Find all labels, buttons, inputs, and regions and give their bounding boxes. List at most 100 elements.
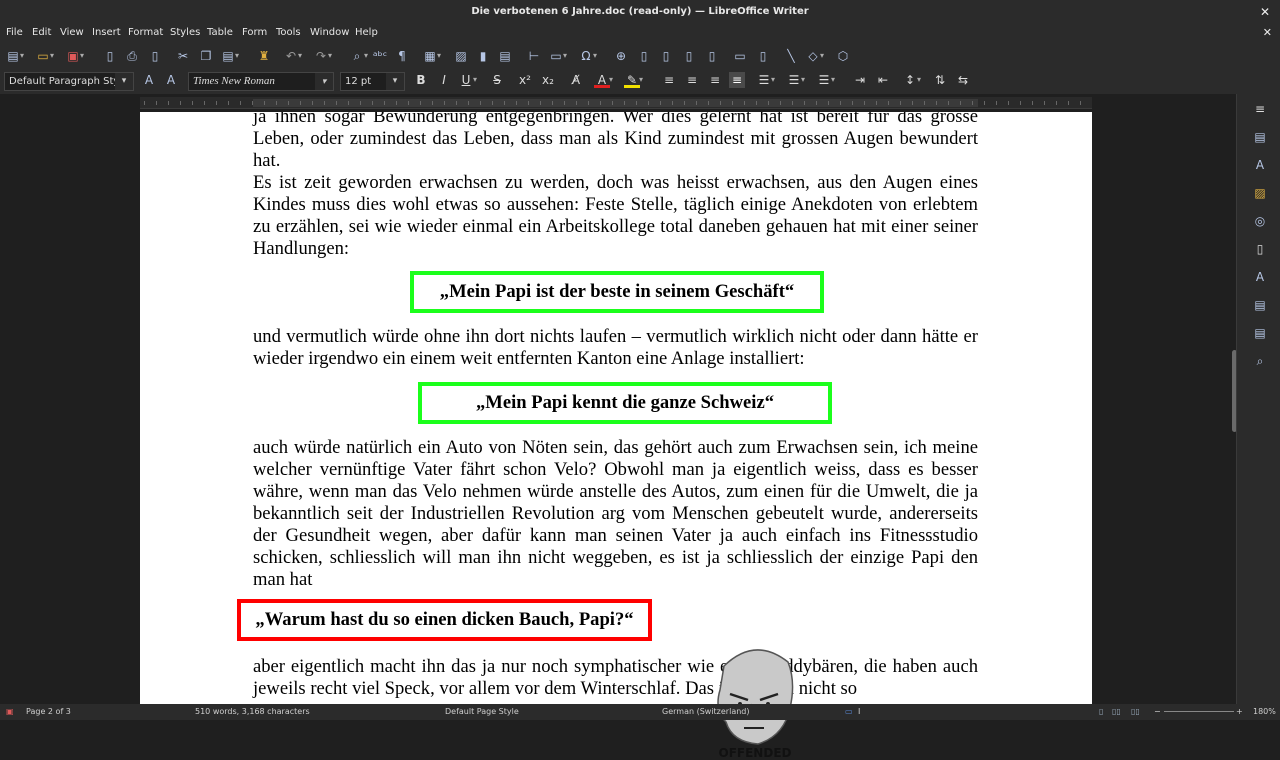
justify-icon[interactable]: ≡ bbox=[729, 72, 745, 88]
insert-chart-icon[interactable]: ▮ bbox=[475, 48, 491, 64]
line-icon[interactable]: ╲ bbox=[783, 48, 799, 64]
increase-indent-icon[interactable]: ⇥ bbox=[852, 72, 868, 88]
align-left-icon[interactable]: ≡ bbox=[661, 72, 677, 88]
selection-mode-icon[interactable]: ▭ bbox=[845, 704, 853, 720]
zoom-out-icon[interactable]: − bbox=[1154, 704, 1161, 720]
menu-table[interactable]: Table bbox=[207, 27, 233, 38]
update-style-icon[interactable]: A bbox=[141, 72, 157, 88]
sidebar-menu-icon[interactable]: ≡ bbox=[1253, 102, 1267, 116]
align-right-icon[interactable]: ≡ bbox=[707, 72, 723, 88]
menu-file[interactable]: File bbox=[6, 27, 23, 38]
menu-styles[interactable]: Styles bbox=[170, 27, 200, 38]
save-icon[interactable]: ▣ bbox=[65, 48, 84, 64]
export-pdf-icon[interactable]: ▯ bbox=[102, 48, 118, 64]
page-style[interactable]: Default Page Style bbox=[445, 704, 519, 720]
font-color-icon[interactable]: A bbox=[594, 72, 613, 88]
draw-functions-icon[interactable]: ⬡ bbox=[835, 48, 851, 64]
page-break-icon[interactable]: ⊢ bbox=[526, 48, 542, 64]
formatting-marks-icon[interactable]: ¶ bbox=[394, 48, 410, 64]
endnote-icon[interactable]: ▯ bbox=[658, 48, 674, 64]
new-document-icon[interactable]: ▤ bbox=[5, 48, 24, 64]
numbered-list-icon[interactable]: ☰ bbox=[786, 72, 805, 88]
menu-form[interactable]: Form bbox=[242, 27, 267, 38]
menu-insert[interactable]: Insert bbox=[92, 27, 121, 38]
window-close-button[interactable]: ✕ bbox=[1260, 0, 1270, 24]
text-language[interactable]: German (Switzerland) bbox=[662, 704, 749, 720]
single-page-view-icon[interactable]: ▯ bbox=[1099, 704, 1103, 720]
ruler-tick bbox=[1008, 101, 1009, 105]
find-icon[interactable]: ⌕ bbox=[1253, 354, 1267, 368]
superscript-icon[interactable]: x² bbox=[517, 72, 533, 88]
manage-changes-icon[interactable]: ▤ bbox=[1253, 298, 1267, 312]
highlight-color-icon[interactable]: ✎ bbox=[624, 72, 643, 88]
outline-list-icon[interactable]: ☰ bbox=[816, 72, 835, 88]
italic-icon[interactable]: I bbox=[436, 72, 452, 88]
paragraph-style-combo[interactable]: Default Paragraph Style ▾ bbox=[4, 72, 134, 91]
document-page[interactable]: ja ihnen sogar Bewunderung entgegenbring… bbox=[140, 112, 1092, 704]
new-style-icon[interactable]: A bbox=[163, 72, 179, 88]
insert-image-icon[interactable]: ▨ bbox=[453, 48, 469, 64]
undo-icon[interactable]: ↶ bbox=[283, 48, 302, 64]
open-folder-icon[interactable]: ▭ bbox=[35, 48, 54, 64]
page-indicator[interactable]: Page 2 of 3 bbox=[26, 704, 71, 720]
ruler-tick bbox=[432, 101, 433, 105]
underline-icon[interactable]: U bbox=[458, 72, 477, 88]
insert-textbox-icon[interactable]: ▤ bbox=[497, 48, 513, 64]
menu-window[interactable]: Window bbox=[310, 27, 349, 38]
special-character-icon[interactable]: Ω bbox=[578, 48, 597, 64]
find-replace-icon[interactable]: ⌕ bbox=[349, 48, 368, 64]
clone-formatting-icon[interactable]: ♜ bbox=[256, 48, 272, 64]
decrease-indent-icon[interactable]: ⇤ bbox=[875, 72, 891, 88]
menu-view[interactable]: View bbox=[60, 27, 84, 38]
horizontal-ruler[interactable] bbox=[140, 97, 1092, 109]
paragraph-dialog-icon[interactable]: ⇆ bbox=[955, 72, 971, 88]
menu-tools[interactable]: Tools bbox=[276, 27, 301, 38]
gallery-icon[interactable]: ▨ bbox=[1253, 186, 1267, 200]
style-inspector-icon[interactable]: A bbox=[1253, 270, 1267, 284]
print-icon[interactable]: ⎙ bbox=[124, 48, 140, 64]
offended-npc-image[interactable]: OFFENDED bbox=[712, 646, 798, 760]
footnote-icon[interactable]: ▯ bbox=[636, 48, 652, 64]
document-close-icon[interactable]: ✕ bbox=[1263, 26, 1272, 39]
redo-icon[interactable]: ↷ bbox=[313, 48, 332, 64]
ruler-tick bbox=[768, 101, 769, 105]
hyperlink-icon[interactable]: ⊕ bbox=[613, 48, 629, 64]
word-count[interactable]: 510 words, 3,168 characters bbox=[195, 704, 310, 720]
zoom-slider[interactable] bbox=[1164, 711, 1234, 712]
strikethrough-icon[interactable]: S bbox=[489, 72, 505, 88]
comment-icon[interactable]: ▭ bbox=[732, 48, 748, 64]
paste-icon[interactable]: ▤ bbox=[220, 48, 239, 64]
styles-icon[interactable]: A bbox=[1253, 158, 1267, 172]
book-view-icon[interactable]: ▯▯ bbox=[1131, 704, 1140, 720]
multi-page-view-icon[interactable]: ▯▯ bbox=[1112, 704, 1121, 720]
font-size-combo[interactable]: 12 pt ▾ bbox=[340, 72, 405, 91]
properties-icon[interactable]: ▤ bbox=[1253, 130, 1267, 144]
page-icon[interactable]: ▯ bbox=[1253, 242, 1267, 256]
menu-help[interactable]: Help bbox=[355, 27, 378, 38]
menu-format[interactable]: Format bbox=[128, 27, 163, 38]
line-spacing-icon[interactable]: ↕ bbox=[902, 72, 921, 88]
insert-field-icon[interactable]: ▭ bbox=[548, 48, 567, 64]
zoom-in-icon[interactable]: + bbox=[1236, 704, 1243, 720]
bookmark-icon[interactable]: ▯ bbox=[681, 48, 697, 64]
navigator-icon[interactable]: ◎ bbox=[1253, 214, 1267, 228]
design-icon[interactable]: ▤ bbox=[1253, 326, 1267, 340]
subscript-icon[interactable]: x₂ bbox=[540, 72, 556, 88]
menu-edit[interactable]: Edit bbox=[32, 27, 51, 38]
cut-icon[interactable]: ✂ bbox=[175, 48, 191, 64]
insert-mode-icon[interactable]: I bbox=[858, 704, 860, 720]
font-name-combo[interactable]: Times New Roman ▾ bbox=[188, 72, 334, 91]
clear-formatting-icon[interactable]: A̸ bbox=[568, 72, 584, 88]
bullet-list-icon[interactable]: ☰ bbox=[756, 72, 775, 88]
print-preview-icon[interactable]: ▯ bbox=[147, 48, 163, 64]
copy-icon[interactable]: ❐ bbox=[198, 48, 214, 64]
align-center-icon[interactable]: ≡ bbox=[684, 72, 700, 88]
track-changes-icon[interactable]: ▯ bbox=[755, 48, 771, 64]
basic-shapes-icon[interactable]: ◇ bbox=[805, 48, 824, 64]
bold-icon[interactable]: B bbox=[413, 72, 429, 88]
zoom-level[interactable]: 180% bbox=[1253, 704, 1276, 720]
insert-table-icon[interactable]: ▦ bbox=[422, 48, 441, 64]
paragraph-spacing-icon[interactable]: ⇅ bbox=[932, 72, 948, 88]
spelling-icon[interactable]: ᵃᵇᶜ bbox=[372, 48, 388, 64]
cross-reference-icon[interactable]: ▯ bbox=[704, 48, 720, 64]
